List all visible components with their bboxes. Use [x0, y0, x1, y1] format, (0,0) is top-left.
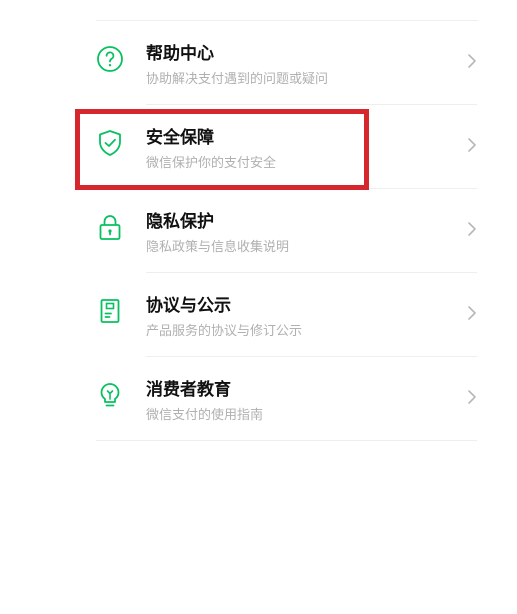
chevron-right-icon: [467, 305, 477, 321]
lock-icon: [94, 211, 126, 243]
chevron-right-icon: [467, 137, 477, 153]
menu-item-help-center[interactable]: 帮助中心 协助解决支付遇到的问题或疑问: [0, 21, 517, 105]
document-icon: [94, 295, 126, 327]
menu-item-subtitle: 隐私政策与信息收集说明: [146, 240, 290, 255]
divider: [96, 440, 477, 441]
menu-item-security[interactable]: 安全保障 微信保护你的支付安全: [0, 105, 517, 189]
menu-item-subtitle: 微信保护你的支付安全: [146, 156, 277, 171]
shield-check-icon: [94, 127, 126, 159]
menu-item-agreements[interactable]: 协议与公示 产品服务的协议与修订公示: [0, 273, 517, 357]
menu-item-title: 隐私保护: [146, 212, 214, 232]
chevron-right-icon: [467, 53, 477, 69]
menu-item-subtitle: 微信支付的使用指南: [146, 408, 264, 423]
menu-item-subtitle: 协助解决支付遇到的问题或疑问: [146, 72, 329, 87]
lightbulb-icon: [94, 379, 126, 411]
chevron-right-icon: [467, 221, 477, 237]
menu-item-title: 帮助中心: [146, 44, 214, 64]
chevron-right-icon: [467, 389, 477, 405]
menu-item-subtitle: 产品服务的协议与修订公示: [146, 324, 303, 339]
menu-item-privacy[interactable]: 隐私保护 隐私政策与信息收集说明: [0, 189, 517, 273]
menu-item-consumer-education[interactable]: 消费者教育 微信支付的使用指南: [0, 357, 517, 441]
menu-item-title: 消费者教育: [146, 380, 231, 400]
menu-item-title: 安全保障: [146, 128, 214, 148]
menu-item-title: 协议与公示: [146, 296, 231, 316]
help-circle-icon: [94, 43, 126, 75]
